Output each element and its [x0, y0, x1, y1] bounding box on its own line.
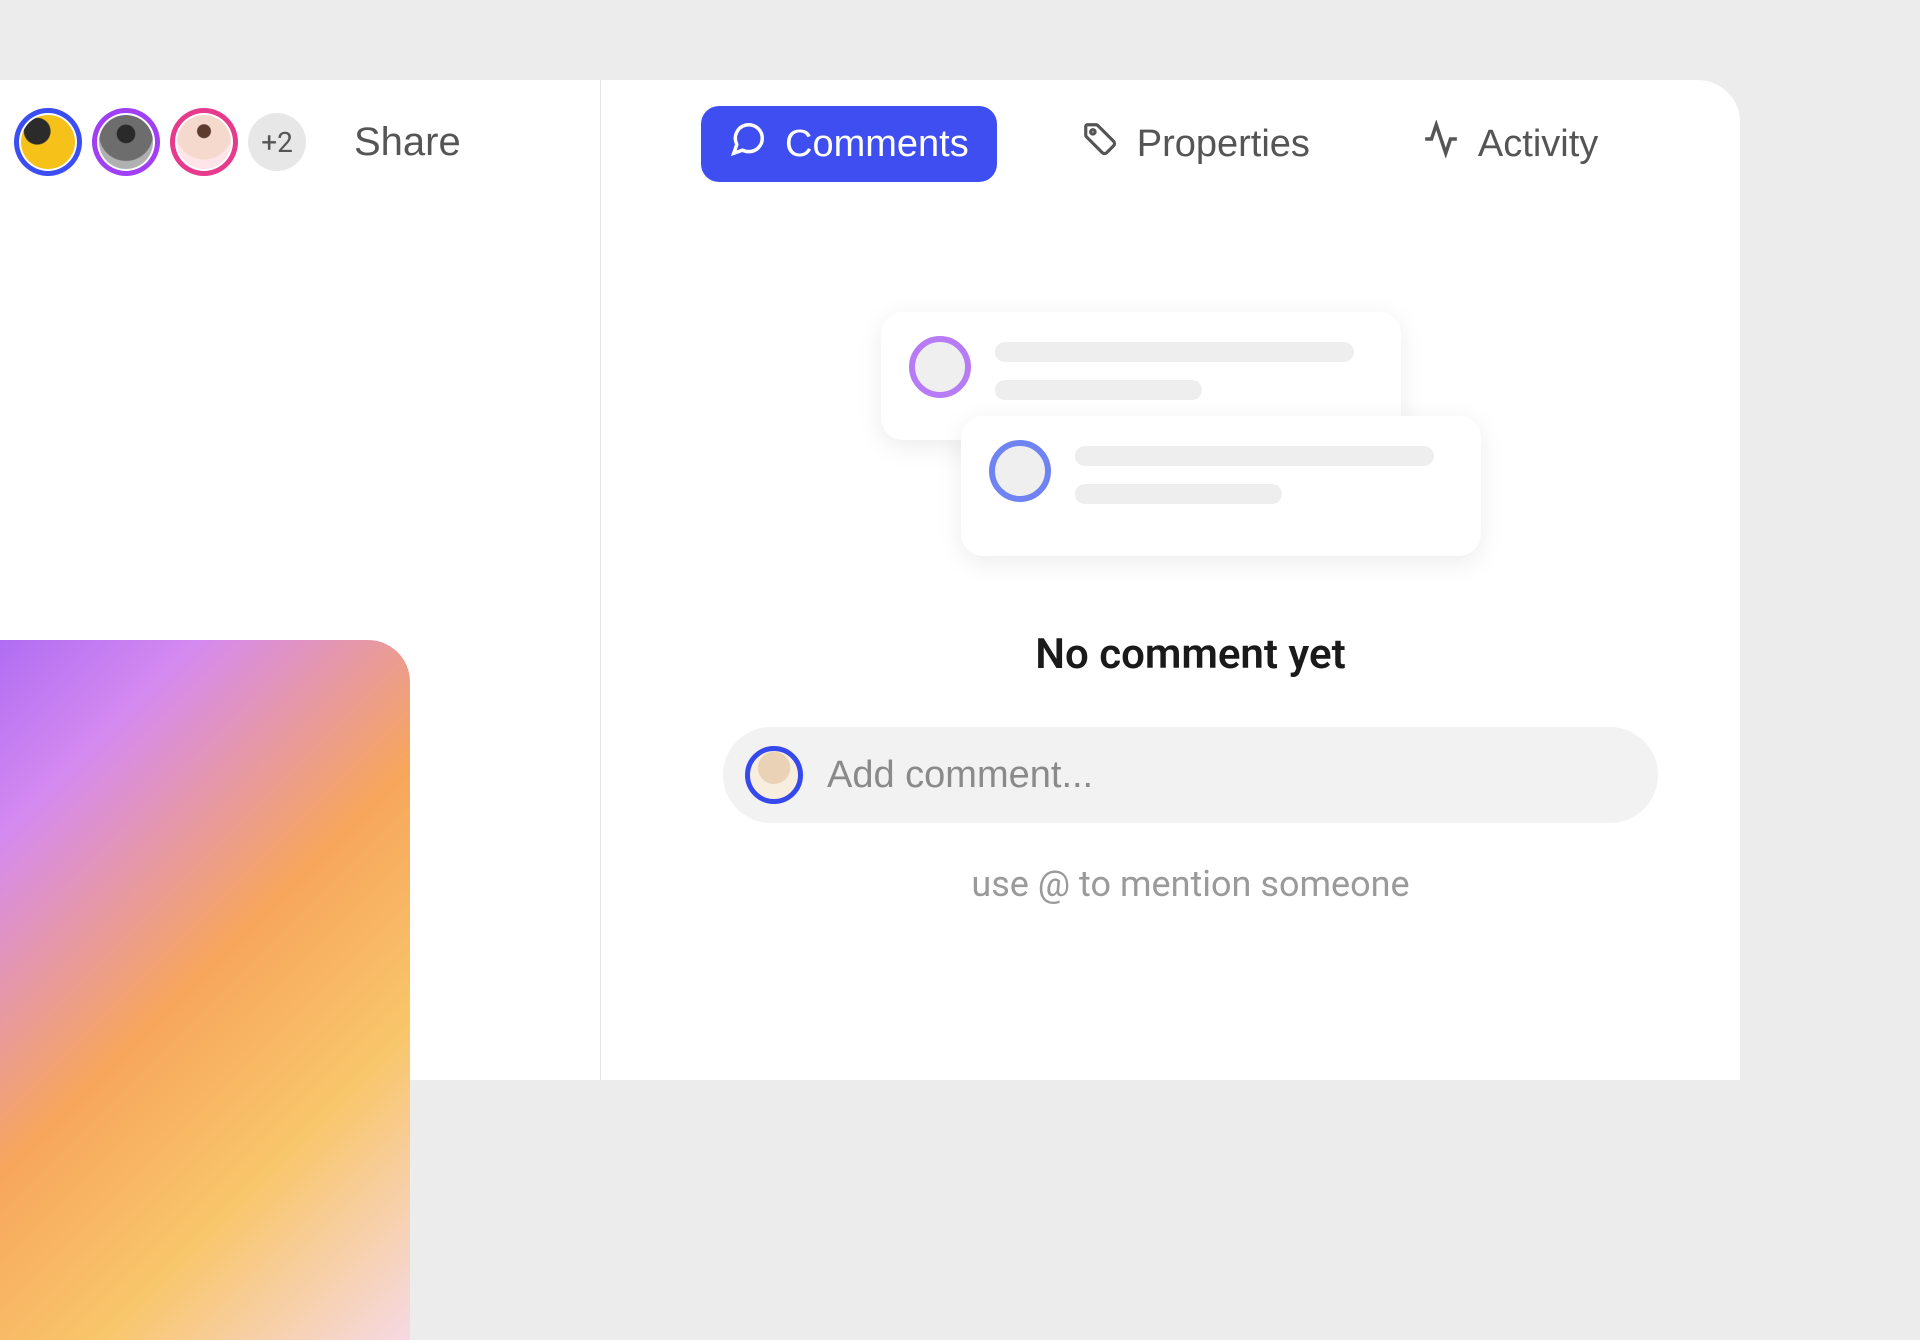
right-panel: Comments Properties: [601, 80, 1740, 1080]
tab-comments-label: Comments: [785, 123, 969, 166]
empty-state-illustration: [881, 312, 1501, 572]
avatar-2[interactable]: [92, 108, 160, 176]
placeholder-lines: [995, 336, 1373, 400]
placeholder-line: [995, 342, 1354, 362]
avatar-3[interactable]: [170, 108, 238, 176]
tab-comments[interactable]: Comments: [701, 106, 997, 182]
mention-hint: use @ to mention someone: [701, 863, 1680, 905]
tab-activity-label: Activity: [1478, 123, 1598, 166]
main-panel: +2 Share Comments: [0, 80, 1740, 1080]
comment-icon: [729, 120, 767, 168]
placeholder-avatar-purple: [909, 336, 971, 398]
avatar-image-2: [99, 115, 153, 169]
avatar-image-1: [21, 115, 75, 169]
tab-properties[interactable]: Properties: [1053, 106, 1338, 182]
avatar-overflow-count[interactable]: +2: [248, 113, 306, 171]
placeholder-avatar-blue: [989, 440, 1051, 502]
placeholder-line: [995, 380, 1203, 400]
collaborator-avatars: +2: [14, 108, 306, 176]
placeholder-lines: [1075, 440, 1453, 504]
activity-icon: [1422, 120, 1460, 168]
placeholder-line: [1075, 446, 1434, 466]
placeholder-line: [1075, 484, 1283, 504]
empty-state-title: No comment yet: [701, 630, 1680, 679]
page-root: +2 Share Comments: [0, 80, 1920, 1080]
avatar-1[interactable]: [14, 108, 82, 176]
avatar-image-3: [177, 115, 231, 169]
tag-icon: [1081, 120, 1119, 168]
left-topbar: +2 Share: [0, 80, 600, 176]
placeholder-card-front: [961, 416, 1481, 556]
content-preview-card: [0, 640, 410, 1340]
tab-properties-label: Properties: [1137, 123, 1310, 166]
current-user-avatar: [745, 746, 803, 804]
tab-activity[interactable]: Activity: [1394, 106, 1626, 182]
comment-input[interactable]: [827, 754, 1636, 797]
share-button[interactable]: Share: [354, 120, 461, 165]
comment-input-container[interactable]: [723, 727, 1658, 823]
panel-tabs: Comments Properties: [701, 106, 1680, 182]
